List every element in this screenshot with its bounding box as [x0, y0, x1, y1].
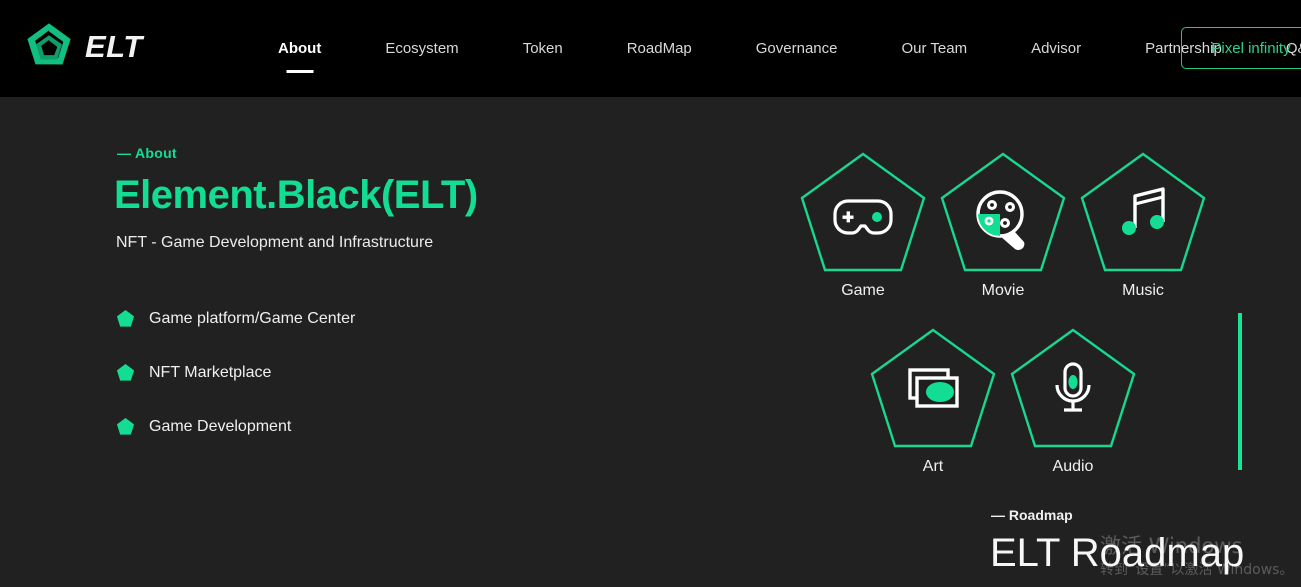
- active-nav-underline: [286, 70, 314, 73]
- category-card-game[interactable]: Game: [793, 150, 933, 300]
- category-card-music[interactable]: Music: [1073, 150, 1213, 300]
- hero-subtitle: NFT - Game Development and Infrastructur…: [116, 234, 434, 251]
- pentagon-bullet-icon: [116, 309, 135, 327]
- list-item-label: NFT Marketplace: [149, 363, 272, 381]
- nav-item-our-team[interactable]: Our Team: [901, 40, 967, 57]
- list-item: NFT Marketplace: [116, 359, 355, 386]
- category-label: Audio: [1052, 458, 1094, 475]
- category-card-movie[interactable]: Movie: [933, 150, 1073, 300]
- pixel-infinity-button[interactable]: Pixel infinity: [1181, 27, 1301, 69]
- elt-pentagon-logo-icon: [27, 23, 71, 65]
- nav-item-label: About: [278, 40, 322, 57]
- music-note-icon: [1080, 152, 1206, 272]
- nav-item-governance[interactable]: Governance: [756, 40, 838, 57]
- page-title: Element.Black(ELT): [114, 173, 478, 217]
- nav-item-advisor[interactable]: Advisor: [1031, 40, 1081, 57]
- list-item-label: Game platform/Game Center: [149, 309, 356, 327]
- nav-item-token[interactable]: Token: [523, 40, 563, 57]
- logo-wordmark: ELT: [85, 28, 143, 64]
- category-label: Art: [922, 458, 944, 475]
- list-item: Game platform/Game Center: [116, 305, 355, 332]
- film-reel-icon: [940, 152, 1066, 272]
- roadmap-title: ELT Roadmap: [990, 531, 1245, 575]
- category-card-audio[interactable]: Audio: [1003, 326, 1143, 476]
- category-label: Game: [841, 282, 885, 299]
- category-card-art[interactable]: Art: [863, 326, 1003, 476]
- nav-item-ecosystem[interactable]: Ecosystem: [385, 40, 458, 57]
- pentagon-bullet-icon: [116, 363, 135, 381]
- feature-list: Game platform/Game Center NFT Marketplac…: [116, 305, 355, 467]
- nav-item-about[interactable]: About: [278, 40, 322, 73]
- list-item-label: Game Development: [149, 417, 292, 435]
- site-header: ELT About Ecosystem Token RoadMap Govern…: [0, 0, 1301, 97]
- vertical-accent-line: [1238, 313, 1242, 470]
- logo[interactable]: ELT: [22, 19, 143, 73]
- category-label: Movie: [981, 282, 1025, 299]
- nav-item-roadmap[interactable]: RoadMap: [627, 40, 692, 57]
- about-eyebrow: — About: [117, 145, 177, 161]
- category-label: Music: [1122, 282, 1164, 299]
- main-navigation: About Ecosystem Token RoadMap Governance…: [278, 0, 1301, 97]
- gamepad-icon: [800, 152, 926, 272]
- list-item: Game Development: [116, 413, 355, 440]
- image-frames-icon: [870, 328, 996, 448]
- microphone-icon: [1010, 328, 1136, 448]
- pentagon-bullet-icon: [116, 417, 135, 435]
- roadmap-eyebrow: — Roadmap: [991, 507, 1073, 523]
